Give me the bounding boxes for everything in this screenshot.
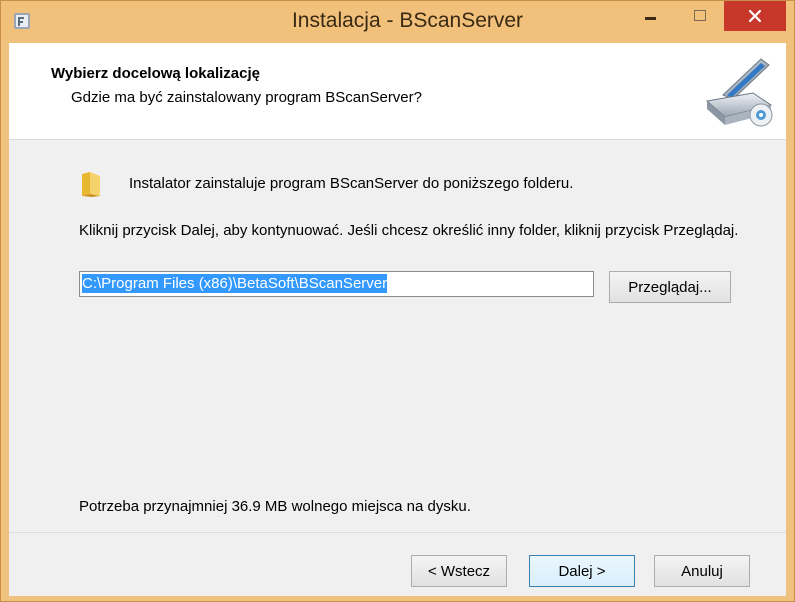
close-button[interactable] [724,1,786,31]
back-button[interactable]: < Wstecz [411,555,507,587]
window-title: Instalacja - BScanServer [291,9,524,32]
page-title: Wybierz docelową lokalizację [51,65,260,82]
minimize-icon [645,17,656,20]
install-path-value: C:\Program Files (x86)\BetaSoft\BScanSer… [82,274,388,293]
page-subtitle: Gdzie ma być zainstalowany program BScan… [71,89,422,106]
minimize-button[interactable] [629,1,673,31]
info-text: Instalator zainstaluje program BScanServ… [129,175,574,192]
installer-window: Instalacja - BScanServer Wybierz docelow… [0,0,795,602]
wizard-client-area: Wybierz docelową lokalizację Gdzie ma by… [9,43,786,596]
title-bar[interactable]: Instalacja - BScanServer [1,1,794,43]
scanner-icon [705,58,773,127]
maximize-icon [694,10,706,21]
maximize-button[interactable] [678,1,722,31]
next-button[interactable]: Dalej > [529,555,635,587]
footer-divider [9,532,786,533]
disk-space-text: Potrzeba przynajmniej 36.9 MB wolnego mi… [79,498,471,515]
instruction-text: Kliknij przycisk Dalej, aby kontynuować.… [79,222,739,239]
close-icon [748,9,762,23]
wizard-header: Wybierz docelową lokalizację Gdzie ma by… [9,43,786,140]
browse-button[interactable]: Przeglądaj... [609,271,731,303]
folder-icon [82,172,100,197]
cancel-button[interactable]: Anuluj [654,555,750,587]
install-path-input[interactable]: C:\Program Files (x86)\BetaSoft\BScanSer… [79,271,594,297]
